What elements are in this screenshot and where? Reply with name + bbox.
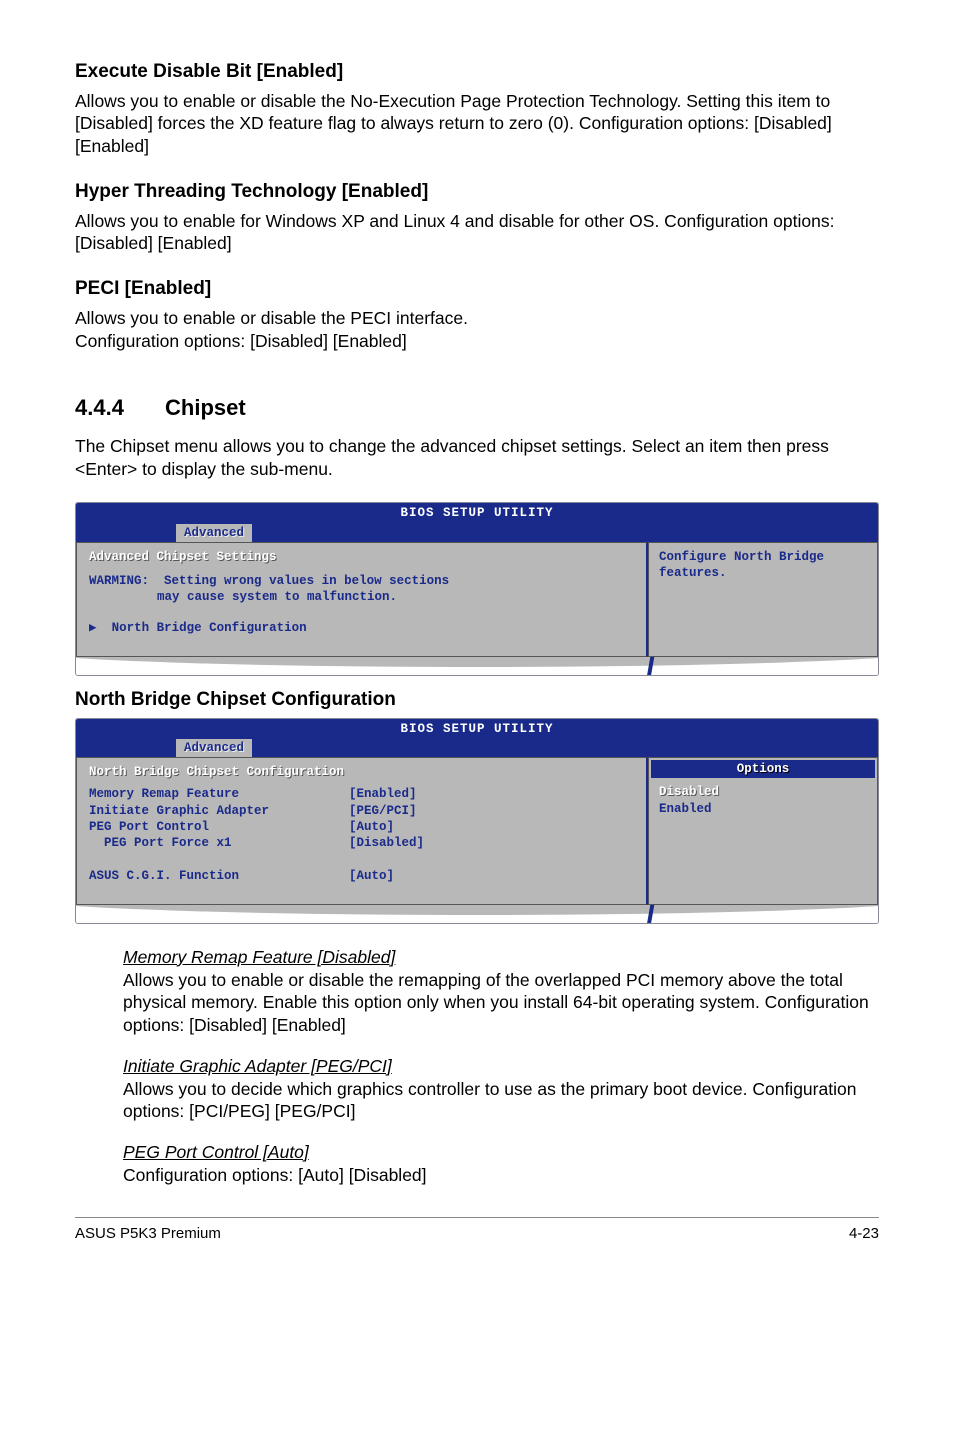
bios-warning: WARMING: Setting wrong values in below s… (89, 573, 634, 589)
bios-row-label: ASUS C.G.I. Function (89, 868, 349, 884)
bios-row-initiate-graphic[interactable]: Initiate Graphic Adapter [PEG/PCI] (89, 803, 634, 819)
arrow-right-icon: ▶ (89, 621, 97, 635)
bios-nav-north-bridge[interactable]: ▶ North Bridge Configuration (89, 620, 634, 636)
bios-panel-advanced-chipset: BIOS SETUP UTILITY Advanced Advanced Chi… (75, 502, 879, 676)
bios-row-label: PEG Port Force x1 (89, 835, 349, 851)
footer-left: ASUS P5K3 Premium (75, 1224, 221, 1244)
bios-row-value: [PEG/PCI] (349, 803, 417, 819)
section-title: Chipset (165, 395, 246, 420)
para-hyper-threading: Allows you to enable for Windows XP and … (75, 210, 879, 256)
footer-right: 4-23 (849, 1224, 879, 1244)
bios-warning-line2: may cause system to malfunction. (89, 589, 634, 605)
bios-row-label: Initiate Graphic Adapter (89, 803, 349, 819)
bios-row-label: Memory Remap Feature (89, 786, 349, 802)
bios-tab-advanced-2[interactable]: Advanced (176, 739, 252, 757)
bios-left-pane-2: North Bridge Chipset Configuration Memor… (76, 757, 648, 905)
subheading-memory-remap: Memory Remap Feature [Disabled] (123, 946, 879, 969)
bios-left-title-2: North Bridge Chipset Configuration (89, 764, 634, 780)
bios-row-spacer (89, 851, 634, 867)
bios-row-memory-remap[interactable]: Memory Remap Feature [Enabled] (89, 786, 634, 802)
para-chipset-intro: The Chipset menu allows you to change th… (75, 435, 879, 481)
bios-nav-label: North Bridge Configuration (112, 621, 307, 635)
subheading-peg-port-control: PEG Port Control [Auto] (123, 1141, 879, 1164)
bios-option-disabled[interactable]: Disabled (659, 784, 867, 800)
bios-options-title: Options (651, 760, 875, 778)
bios-panel-north-bridge: BIOS SETUP UTILITY Advanced North Bridge… (75, 718, 879, 924)
bios-row-value: [Enabled] (349, 786, 417, 802)
page-footer: ASUS P5K3 Premium 4-23 (75, 1217, 879, 1244)
bios-curve-decor (76, 657, 878, 675)
bios-header-2: BIOS SETUP UTILITY (76, 719, 878, 739)
heading-nbcc: North Bridge Chipset Configuration (75, 688, 879, 713)
bios-help-line1: Configure North Bridge (659, 549, 867, 565)
subheading-initiate-graphic: Initiate Graphic Adapter [PEG/PCI] (123, 1055, 879, 1078)
bios-tab-row: Advanced (76, 524, 878, 542)
bios-tab-advanced[interactable]: Advanced (176, 524, 252, 542)
bios-row-label: PEG Port Control (89, 819, 349, 835)
bios-left-title: Advanced Chipset Settings (89, 549, 634, 565)
para-execute-disable: Allows you to enable or disable the No-E… (75, 90, 879, 158)
bios-header: BIOS SETUP UTILITY (76, 503, 878, 523)
bios-row-value: [Disabled] (349, 835, 424, 851)
bios-curve-decor-2 (76, 905, 878, 923)
bios-right-pane: Configure North Bridge features. (648, 542, 878, 657)
para-initiate-graphic: Allows you to decide which graphics cont… (123, 1078, 879, 1124)
bios-option-enabled[interactable]: Enabled (659, 801, 867, 817)
bios-row-peg-port-control[interactable]: PEG Port Control [Auto] (89, 819, 634, 835)
bios-warning-prefix: WARMING: (89, 574, 149, 588)
bios-right-pane-2: Options Disabled Enabled (648, 757, 878, 905)
heading-execute-disable: Execute Disable Bit [Enabled] (75, 60, 879, 85)
heading-hyper-threading: Hyper Threading Technology [Enabled] (75, 180, 879, 205)
bios-row-peg-port-force[interactable]: PEG Port Force x1 [Disabled] (89, 835, 634, 851)
bios-tab-row-2: Advanced (76, 739, 878, 757)
para-peg-port-control: Configuration options: [Auto] [Disabled] (123, 1164, 879, 1187)
section-number: 4.4.4 (75, 394, 165, 423)
para-peci-2: Configuration options: [Disabled] [Enabl… (75, 330, 879, 353)
section-chipset-heading: 4.4.4Chipset (75, 394, 879, 423)
heading-peci: PECI [Enabled] (75, 277, 879, 302)
bios-left-pane: Advanced Chipset Settings WARMING: Setti… (76, 542, 648, 657)
bios-warning-line1: Setting wrong values in below sections (164, 574, 449, 588)
bios-row-value: [Auto] (349, 819, 394, 835)
para-peci-1: Allows you to enable or disable the PECI… (75, 307, 879, 330)
bios-row-value: [Auto] (349, 868, 394, 884)
para-memory-remap: Allows you to enable or disable the rema… (123, 969, 879, 1037)
bios-help-line2: features. (659, 565, 867, 581)
bios-row-asus-cgi[interactable]: ASUS C.G.I. Function [Auto] (89, 868, 634, 884)
